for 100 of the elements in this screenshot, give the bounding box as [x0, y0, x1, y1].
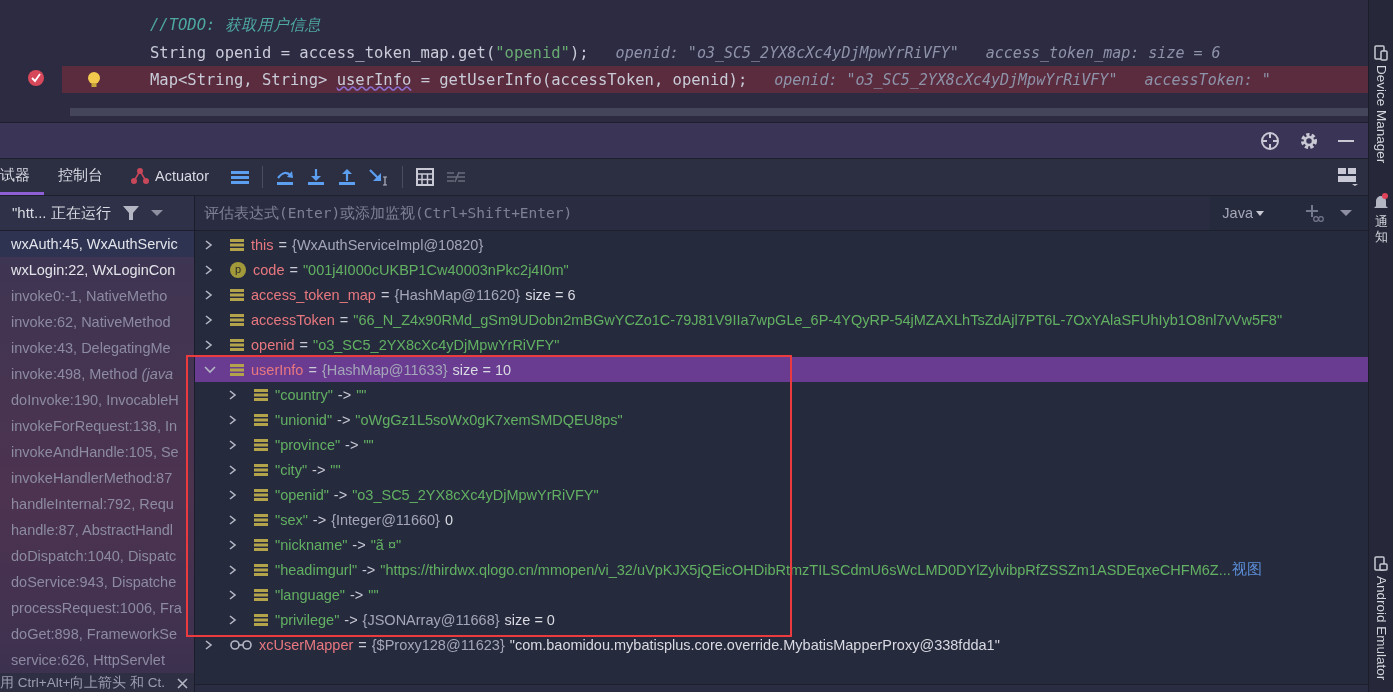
language-dropdown[interactable]: Java — [1222, 205, 1280, 221]
list-lines-icon[interactable] — [231, 169, 249, 185]
value-text: size = 6 — [525, 286, 576, 303]
field-icon — [254, 462, 268, 477]
glasses-icon — [230, 638, 252, 651]
phone-icon — [1374, 555, 1388, 572]
expand-chevron-icon[interactable] — [228, 388, 238, 401]
tool-window-button[interactable]: Device Manager — [1373, 45, 1389, 164]
variable-name: userInfo — [251, 361, 304, 378]
variable-row[interactable]: accessToken = "66_N_Z4x90RMd_gSm9UDobn2mBGwYCZo1C-79J81V9IIa7wpGLe_6P-4YQyRP-54jMZAXLhTsZdAjl7PT6L-7OxYAlaSFUhIyb1O8nl7vVw5F8" — [195, 307, 1368, 332]
variable-row[interactable]: xcUserMapper = {$Proxy128@11623} "com.baomidou.mybatisplus.core.override.MybatisMapperProxy@338fdda1" — [195, 632, 1368, 657]
field-icon — [230, 337, 244, 352]
variable-name: code — [253, 261, 285, 278]
field-icon — [230, 237, 244, 252]
expand-chevron-icon[interactable] — [228, 588, 238, 601]
stack-frame[interactable]: wxLogin:22, WxLoginCon — [0, 257, 194, 283]
expand-chevron-icon[interactable] — [228, 463, 238, 476]
field-icon — [230, 312, 244, 327]
value-text: size = 10 — [452, 361, 512, 378]
close-icon[interactable] — [177, 677, 188, 689]
map-key: "province" — [275, 436, 341, 453]
expand-chevron-icon[interactable] — [204, 638, 214, 651]
expand-chevron-icon[interactable] — [228, 613, 238, 626]
dropdown-caret-icon[interactable] — [150, 209, 163, 217]
variable-row[interactable]: openid = "o3_SC5_2YX8cXc4yDjMpwYrRiVFY" — [195, 332, 1368, 357]
value-text: "com.baomidou.mybatisplus.core.override.MybatisMapperProxy@338fdda1" — [509, 636, 1000, 653]
variable-row[interactable]: access_token_map = {HashMap@11620} size = 6 — [195, 282, 1368, 307]
stack-frame[interactable]: processRequest:1006, Fra — [0, 595, 194, 621]
evaluate-field[interactable]: 评估表达式(Enter)或添加监视(Ctrl+Shift+Enter) — [195, 196, 1211, 230]
separator: = — [339, 311, 349, 328]
tab[interactable]: 控制台 — [44, 159, 117, 195]
map-key: "language" — [275, 586, 345, 603]
value-text: "" — [363, 436, 374, 453]
variable-row[interactable]: "nickname" -> "ã ¤" — [195, 532, 1368, 557]
variable-row[interactable]: "city" -> "" — [195, 457, 1368, 482]
step-into-icon[interactable] — [307, 168, 325, 186]
dropdown-caret-icon[interactable] — [1340, 209, 1352, 217]
variable-row[interactable]: p code = "001j4I000cUKBP1Cw40003nPkc2j4I0m" — [195, 257, 1368, 282]
expand-chevron-icon[interactable] — [228, 488, 238, 501]
variable-row[interactable]: "openid" -> "o3_SC5_2YX8cXc4yDjMpwYrRiVFY" — [195, 482, 1368, 507]
map-key: "unionid" — [275, 411, 333, 428]
trace-lines-icon[interactable] — [447, 170, 465, 184]
variable-row[interactable]: "unionid" -> "oWgGz1L5soWx0gK7xemSMDQEU8ps" — [195, 407, 1368, 432]
type-label: {HashMap@11620} — [394, 286, 521, 303]
variable-row[interactable]: "province" -> "" — [195, 432, 1368, 457]
tool-window-button[interactable]: Android Emulator — [1373, 555, 1389, 680]
filter-icon[interactable] — [122, 205, 139, 221]
expand-chevron-icon[interactable] — [204, 263, 214, 276]
inline-hint: accessToken: " — [1144, 70, 1271, 89]
stack-frame[interactable]: wxAuth:45, WxAuthServic — [0, 231, 194, 257]
inline-hint: access_token_map: size = 6 — [985, 43, 1221, 62]
map-key: "city" — [275, 461, 308, 478]
separator: -> — [344, 611, 358, 628]
settings-icon[interactable] — [1300, 131, 1318, 150]
expand-chevron-icon[interactable] — [228, 538, 238, 551]
run-to-cursor-icon[interactable] — [369, 168, 389, 186]
value-text: "001j4I000cUKBP1Cw40003nPkc2j4I0m" — [302, 261, 569, 278]
variable-row[interactable]: "language" -> "" — [195, 582, 1368, 607]
tab[interactable]: Actuator — [117, 159, 223, 195]
step-out-icon[interactable] — [338, 168, 356, 186]
separator: -> — [337, 411, 351, 428]
value-text: "o3_SC5_2YX8cXc4yDjMpwYrRiVFY" — [352, 486, 599, 503]
add-watch-icon[interactable] — [1304, 204, 1324, 222]
field-icon — [254, 487, 268, 502]
expand-chevron-icon[interactable] — [204, 338, 214, 351]
collapse-chevron-icon[interactable] — [204, 364, 216, 375]
separator: -> — [352, 536, 366, 553]
separator: -> — [337, 386, 352, 403]
separator: -> — [312, 511, 327, 528]
expand-chevron-icon[interactable] — [204, 313, 214, 326]
expand-chevron-icon[interactable] — [228, 513, 238, 526]
view-link[interactable]: 视图 — [1231, 560, 1262, 579]
field-icon — [254, 537, 268, 552]
target-icon[interactable] — [1260, 130, 1280, 151]
type-label: {HashMap@11633} — [321, 361, 448, 378]
expand-chevron-icon[interactable] — [228, 413, 238, 426]
variable-name: xcUserMapper — [259, 636, 354, 653]
field-icon — [254, 412, 268, 427]
stack-frame[interactable]: doGet:898, FrameworkSe — [0, 621, 194, 647]
variable-name: this — [251, 236, 274, 253]
value-text: "66_N_Z4x90RMd_gSm9UDobn2mBGwYCZo1C-79J81V9IIa7wpGLe_6P-4YQyRP-54jMZAXLhTsZdAjl7PT6L-7OxYAlaSFUhIyb1O8nl7vVw5F8" — [353, 311, 1283, 328]
layout-icon[interactable] — [1338, 168, 1358, 186]
variable-row[interactable]: this = {WxAuthServiceImpl@10820} — [195, 232, 1368, 257]
inline-hint: openid: "o3_SC5_2YX8cXc4yDjMpwYrRiVFY" — [774, 70, 1118, 89]
separator: = — [358, 636, 367, 653]
expand-chevron-icon[interactable] — [204, 238, 214, 251]
tool-window-button[interactable]: 通知 — [1373, 193, 1389, 244]
type-label: {JSONArray@11668} — [362, 611, 500, 628]
stack-frame[interactable]: service:626, HttpServlet — [0, 647, 194, 673]
variable-row[interactable]: "country" -> "" — [195, 382, 1368, 407]
variable-name: accessToken — [251, 311, 335, 328]
expand-chevron-icon[interactable] — [228, 563, 238, 576]
variable-row[interactable]: "sex" -> {Integer@11660} 0 — [195, 507, 1368, 532]
expand-chevron-icon[interactable] — [228, 438, 238, 451]
expand-chevron-icon[interactable] — [204, 288, 214, 301]
variable-row[interactable]: "privilege" -> {JSONArray@11668} size = 0 — [195, 607, 1368, 632]
variable-row[interactable]: userInfo = {HashMap@11633} size = 10 — [195, 357, 1368, 382]
calculator-icon[interactable] — [416, 168, 434, 186]
map-key: "nickname" — [275, 536, 348, 553]
code-text: String openid = access_token_map.get("openid"); — [150, 43, 589, 62]
